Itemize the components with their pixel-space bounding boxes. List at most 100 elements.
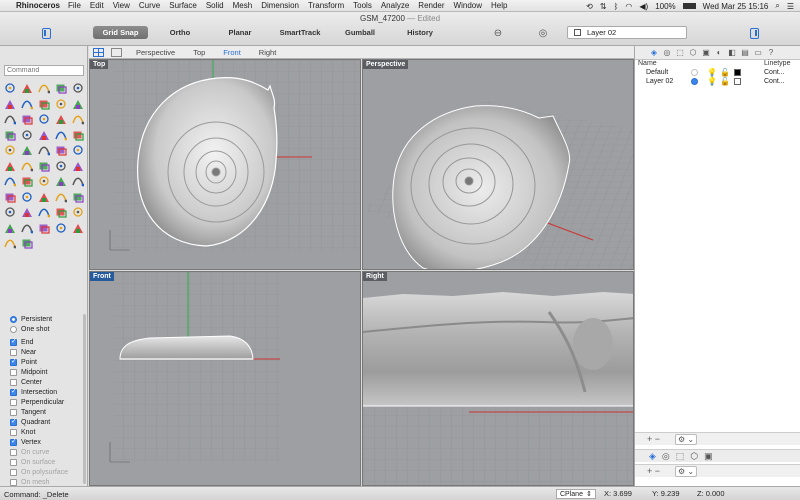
history-toggle[interactable]: History (396, 26, 444, 39)
planar-toggle[interactable]: Planar (216, 26, 264, 39)
clock[interactable]: Wed Mar 25 15:16 (703, 2, 769, 11)
viewport-right[interactable]: Right (362, 271, 634, 486)
explode-icon[interactable] (20, 143, 34, 157)
hatch-icon[interactable] (20, 190, 34, 204)
revolve-icon[interactable] (71, 112, 85, 126)
menu-help[interactable]: Help (491, 1, 507, 10)
app-menu[interactable]: Rhinoceros (16, 1, 60, 10)
osnap-midpoint[interactable]: Midpoint (10, 367, 84, 377)
visible-bulb-icon[interactable]: 💡 (707, 78, 717, 86)
analyze-icon[interactable] (3, 205, 17, 219)
light-icon[interactable] (54, 205, 68, 219)
osnap-toggle-icon[interactable]: ◎ (537, 27, 549, 39)
layer-color-swatch[interactable] (734, 69, 741, 76)
zebra-icon[interactable] (37, 205, 51, 219)
osnap-end[interactable]: End (10, 337, 84, 347)
layer-row-layer-02[interactable]: Layer 02 💡 🔓 Cont... (635, 77, 800, 87)
intersection-checkbox[interactable] (10, 387, 17, 396)
points-icon[interactable] (20, 81, 34, 95)
osnap-near[interactable]: Near (10, 347, 84, 357)
menu-dimension[interactable]: Dimension (261, 1, 299, 10)
grid-snap-toggle[interactable]: Grid Snap (93, 26, 148, 39)
box-icon[interactable] (37, 128, 51, 142)
align-icon[interactable] (20, 174, 34, 188)
camera-icon[interactable] (37, 221, 51, 235)
menu-view[interactable]: View (113, 1, 130, 10)
current-layer-radio[interactable] (691, 69, 698, 76)
osnap-point[interactable]: Point (10, 357, 84, 367)
layer-linetype[interactable]: Cont... (764, 78, 785, 85)
check-icon[interactable] (54, 174, 68, 188)
on-curve-checkbox[interactable] (10, 448, 17, 456)
add-remove-button[interactable]: + − (647, 466, 665, 476)
midpoint-checkbox[interactable] (10, 368, 17, 376)
near-checkbox[interactable] (10, 348, 17, 356)
menu-file[interactable]: File (68, 1, 81, 10)
properties-tab-icon[interactable]: ◎ (662, 451, 670, 462)
persistent-radio[interactable] (10, 315, 17, 323)
center-checkbox[interactable] (10, 378, 17, 386)
extend-icon[interactable] (37, 112, 51, 126)
battery-icon[interactable] (682, 3, 696, 9)
osnap-scrollbar[interactable] (83, 314, 86, 484)
tab-right[interactable]: Right (259, 48, 277, 57)
surface-icon[interactable] (54, 112, 68, 126)
menu-transform[interactable]: Transform (308, 1, 344, 10)
tangent-checkbox[interactable] (10, 408, 17, 416)
render-tab-icon[interactable]: ▤ (740, 48, 750, 58)
current-layer-radio[interactable] (691, 78, 698, 85)
polyline-icon[interactable] (54, 81, 68, 95)
scale-icon[interactable] (54, 159, 68, 173)
menu-curve[interactable]: Curve (139, 1, 160, 10)
arc-icon[interactable] (20, 97, 34, 111)
cylinder-icon[interactable] (71, 128, 85, 142)
render-icon[interactable] (71, 205, 85, 219)
sync-icon[interactable]: ⇅ (600, 2, 607, 11)
layers-tab-icon[interactable]: ◈ (649, 451, 656, 462)
wifi-icon[interactable]: ◠ (625, 2, 632, 11)
sphere-icon[interactable] (54, 128, 68, 142)
light-tab-icon[interactable]: ◐ (714, 48, 724, 58)
curvature-icon[interactable] (20, 205, 34, 219)
quadrant-checkbox[interactable] (10, 417, 17, 426)
layer-linetype[interactable]: Cont... (764, 69, 785, 76)
vertex-checkbox[interactable] (10, 437, 17, 446)
globe-icon[interactable] (3, 236, 17, 250)
single-viewport-layout-icon[interactable] (111, 47, 122, 57)
array-icon[interactable] (3, 174, 17, 188)
current-layer-selector[interactable]: Layer 02 (567, 26, 687, 39)
osnap-tangent[interactable]: Tangent (10, 407, 84, 417)
split-icon[interactable] (71, 143, 85, 157)
camera-tab-icon[interactable]: ▣ (701, 48, 711, 58)
display-tab-icon[interactable]: ◧ (727, 48, 737, 58)
osnap-knot[interactable]: Knot (10, 427, 84, 437)
move-icon[interactable] (3, 159, 17, 173)
osnap-on-curve[interactable]: On curve (10, 447, 84, 457)
tab-perspective[interactable]: Perspective (136, 48, 175, 57)
material-icon[interactable] (3, 221, 17, 235)
environment-icon[interactable] (71, 221, 85, 235)
trim-icon[interactable] (54, 143, 68, 157)
boolean-icon[interactable] (3, 143, 17, 157)
point-checkbox[interactable] (10, 357, 17, 366)
osnap-on-polysurface[interactable]: On polysurface (10, 467, 84, 477)
command-history[interactable]: Command: _Delete (4, 489, 294, 499)
curve-icon[interactable] (71, 81, 85, 95)
material-tab-icon[interactable]: ⬡ (690, 451, 698, 462)
viewport-perspective[interactable]: Perspective (362, 59, 634, 270)
unlock-icon[interactable]: 🔓 (720, 69, 730, 77)
properties-tab-icon[interactable]: ◎ (662, 48, 672, 58)
bluetooth-icon[interactable]: ᛒ (614, 2, 619, 11)
move-grip-icon[interactable] (20, 236, 34, 250)
dimension-icon[interactable] (71, 174, 85, 188)
text-icon[interactable] (3, 190, 17, 204)
named-view-tab-icon[interactable]: ▭ (753, 48, 763, 58)
menu-edit[interactable]: Edit (90, 1, 104, 10)
spotlight-icon[interactable]: ⌕ (775, 1, 779, 11)
perpendicular-checkbox[interactable] (10, 398, 17, 406)
knot-checkbox[interactable] (10, 428, 17, 436)
cplane-selector[interactable]: CPlane ⇕ (556, 489, 596, 499)
menu-window[interactable]: Window (454, 1, 482, 10)
line-icon[interactable] (37, 81, 51, 95)
named-view-icon[interactable] (71, 190, 85, 204)
